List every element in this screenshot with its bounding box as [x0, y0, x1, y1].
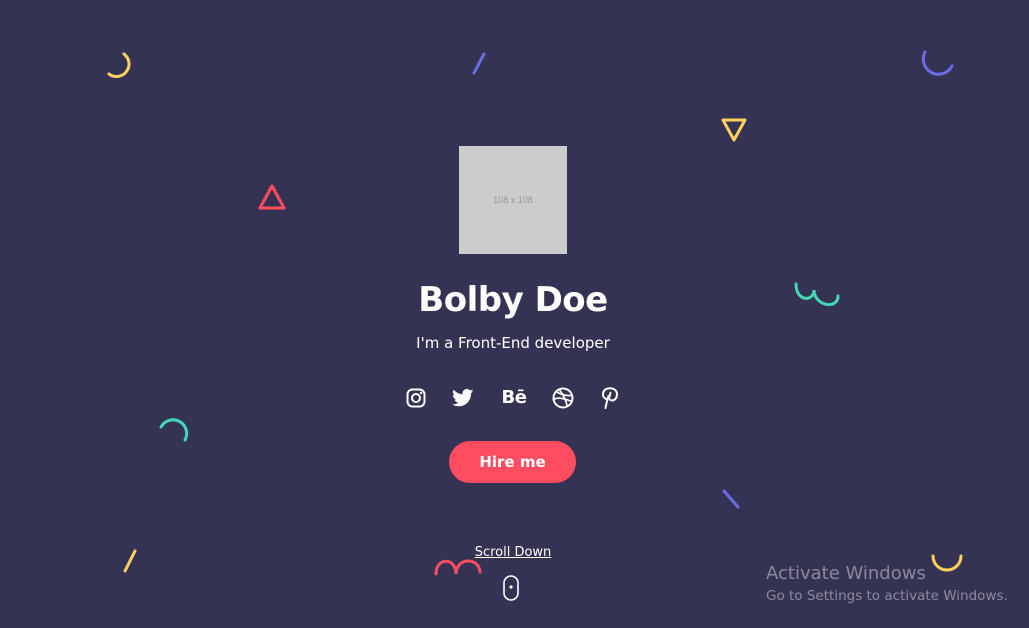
pinterest-link[interactable]	[598, 385, 622, 411]
mouse-icon[interactable]	[503, 575, 519, 601]
behance-icon: Bē	[501, 387, 527, 408]
avatar-placeholder-text: 108 x 108	[493, 195, 533, 205]
activate-windows-title: Activate Windows	[766, 563, 926, 584]
hero-name: Bolby Doe	[418, 280, 608, 320]
red-triangle-shape	[258, 184, 286, 210]
teal-arc-shape	[159, 418, 189, 442]
purple-line-shape	[472, 52, 486, 75]
twitter-icon	[452, 389, 474, 407]
yellow-arc-shape	[107, 52, 131, 78]
yellow-triangle-shape	[721, 118, 747, 142]
hero-section: 108 x 108 Bolby Doe I'm a Front-End deve…	[0, 0, 1029, 628]
hero-subtitle: I'm a Front-End developer	[416, 334, 610, 352]
purple-line-shape-2	[722, 489, 740, 509]
purple-arc-shape	[921, 50, 954, 76]
activate-windows-watermark: Activate Windows Go to Settings to activ…	[766, 563, 1028, 605]
activate-windows-subtitle: Go to Settings to activate Windows.	[766, 588, 1008, 604]
instagram-icon	[406, 388, 426, 408]
hire-me-button[interactable]: Hire me	[449, 441, 576, 483]
social-links: Bē	[404, 385, 624, 411]
twitter-link[interactable]	[451, 385, 475, 411]
scroll-down-link[interactable]: Scroll Down	[0, 545, 1026, 561]
instagram-link[interactable]	[404, 385, 428, 411]
dribbble-link[interactable]	[551, 385, 575, 411]
avatar: 108 x 108	[459, 146, 567, 254]
pinterest-icon	[601, 387, 619, 409]
dribbble-icon	[552, 387, 574, 409]
behance-link[interactable]: Bē	[499, 385, 529, 411]
